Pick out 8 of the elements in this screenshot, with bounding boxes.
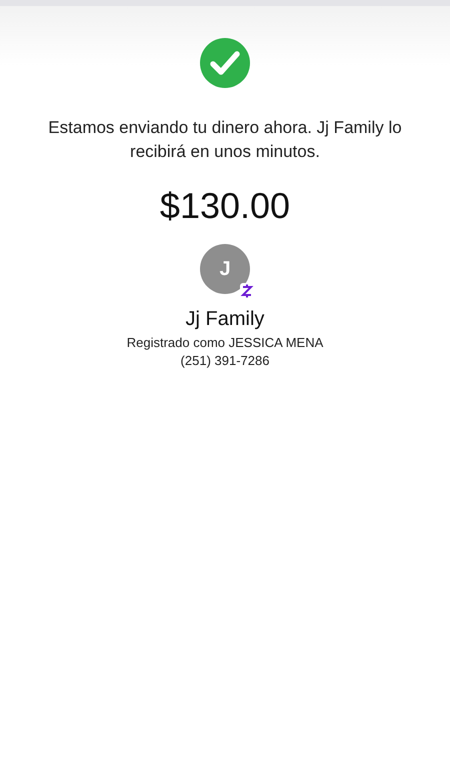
amount: $130.00 — [160, 184, 290, 228]
payment-logo-icon — [240, 283, 254, 299]
phone-number: (251) 391-7286 — [180, 352, 270, 370]
registered-name: Registrado como JESSICA MENA — [126, 334, 324, 352]
avatar: J — [200, 244, 250, 294]
status-message: Estamos enviando tu dinero ahora. Jj Family lo recibirá en unos minutos. — [47, 117, 403, 163]
check-circle-icon — [200, 38, 250, 88]
recipient-name: Jj Family — [186, 307, 264, 332]
